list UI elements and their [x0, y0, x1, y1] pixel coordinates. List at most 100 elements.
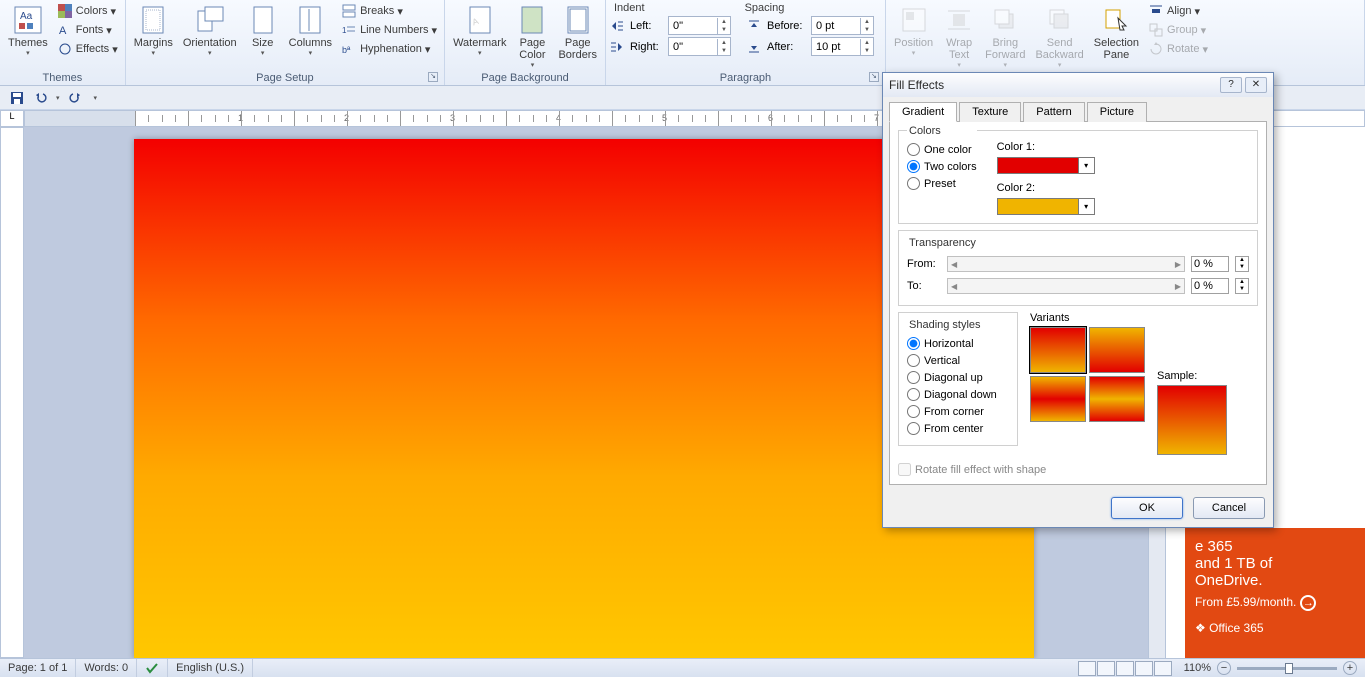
columns-icon: [294, 4, 326, 36]
variant-2[interactable]: [1089, 327, 1145, 373]
save-button[interactable]: [8, 89, 26, 107]
status-proofing[interactable]: [137, 659, 168, 677]
page-borders-icon: [562, 4, 594, 36]
cancel-button[interactable]: Cancel: [1193, 497, 1265, 519]
position-icon: [898, 4, 930, 36]
hyphenation-button[interactable]: bªHyphenation ▾: [338, 40, 440, 58]
view-outline[interactable]: [1135, 661, 1153, 676]
group-page-setup: Margins▾ Orientation▾ Size▾ Columns▾ Bre…: [126, 0, 445, 85]
orientation-icon: [194, 4, 226, 36]
radio-from-center[interactable]: From center: [907, 420, 1009, 437]
align-icon: [1148, 3, 1164, 19]
line-numbers-button[interactable]: 1Line Numbers ▾: [338, 21, 440, 39]
undo-button[interactable]: [32, 89, 50, 107]
ok-button[interactable]: OK: [1111, 497, 1183, 519]
shading-fieldset: Shading styles Horizontal Vertical Diago…: [898, 312, 1018, 446]
radio-diag-up[interactable]: Diagonal up: [907, 369, 1009, 386]
paragraph-launcher[interactable]: ↘: [869, 72, 879, 82]
zoom-in[interactable]: +: [1343, 661, 1357, 675]
radio-vertical[interactable]: Vertical: [907, 352, 1009, 369]
radio-preset[interactable]: Preset: [907, 175, 977, 192]
status-language[interactable]: English (U.S.): [168, 659, 253, 677]
breaks-button[interactable]: Breaks ▾: [338, 2, 440, 20]
tab-gradient[interactable]: Gradient: [889, 102, 957, 122]
view-web[interactable]: [1116, 661, 1134, 676]
transparency-from-slider[interactable]: ◀▶: [947, 256, 1185, 272]
orientation-button[interactable]: Orientation▾: [179, 2, 241, 59]
color2-picker[interactable]: ▾: [997, 198, 1095, 215]
selection-pane-button[interactable]: Selection Pane: [1090, 2, 1143, 63]
rotate-icon: [1148, 41, 1164, 57]
spacing-after-input[interactable]: ▲▼: [811, 37, 874, 56]
indent-right-input[interactable]: ▲▼: [668, 37, 731, 56]
transparency-to-value[interactable]: 0 %: [1191, 278, 1229, 294]
size-button[interactable]: Size▾: [243, 2, 283, 59]
view-print-layout[interactable]: [1078, 661, 1096, 676]
indent-label: Indent: [610, 2, 645, 14]
radio-horizontal[interactable]: Horizontal: [907, 335, 1009, 352]
view-fullscreen[interactable]: [1097, 661, 1115, 676]
radio-one-color[interactable]: One color: [907, 141, 977, 158]
theme-effects-button[interactable]: Effects ▾: [54, 40, 121, 58]
watermark-button[interactable]: AWatermark▾: [449, 2, 510, 59]
theme-fonts-button[interactable]: AFonts ▾: [54, 21, 121, 39]
office-promo[interactable]: e 365 and 1 TB of OneDrive. From £5.99/m…: [1185, 528, 1365, 658]
page-color-button[interactable]: Page Color▾: [512, 2, 552, 71]
zoom-slider-knob[interactable]: [1285, 663, 1293, 674]
radio-from-corner[interactable]: From corner: [907, 403, 1009, 420]
fill-effects-dialog: Fill Effects ? ✕ Gradient Texture Patter…: [882, 72, 1274, 528]
margins-button[interactable]: Margins▾: [130, 2, 177, 59]
colors-fieldset: Colors One color Two colors Preset Color…: [898, 130, 1258, 224]
transparency-from-value[interactable]: 0 %: [1191, 256, 1229, 272]
view-draft[interactable]: [1154, 661, 1172, 676]
undo-dropdown[interactable]: ▾: [56, 94, 60, 102]
theme-colors-button[interactable]: Colors ▾: [54, 2, 121, 20]
vertical-ruler[interactable]: [0, 127, 24, 658]
themes-button[interactable]: Aa Themes▾: [4, 2, 52, 59]
transparency-to-slider[interactable]: ◀▶: [947, 278, 1185, 294]
tab-picture[interactable]: Picture: [1087, 102, 1147, 122]
status-words[interactable]: Words: 0: [76, 659, 137, 677]
align-button[interactable]: Align ▾: [1145, 2, 1211, 20]
bring-forward-icon: [989, 4, 1021, 36]
status-page[interactable]: Page: 1 of 1: [0, 659, 76, 677]
variant-4[interactable]: [1089, 376, 1145, 422]
tab-pattern[interactable]: Pattern: [1023, 102, 1084, 122]
redo-button[interactable]: [66, 89, 84, 107]
dialog-help-button[interactable]: ?: [1220, 77, 1242, 93]
office-logo: ❖ Office 365: [1195, 621, 1355, 635]
send-backward-button: Send Backward▾: [1031, 2, 1087, 71]
svg-text:bª: bª: [342, 45, 351, 55]
group-themes: Aa Themes▾ Colors ▾ AFonts ▾ Effects ▾ T…: [0, 0, 126, 85]
page-setup-launcher[interactable]: ↘: [428, 72, 438, 82]
qat-customize[interactable]: ▾: [94, 94, 98, 102]
dialog-close-button[interactable]: ✕: [1245, 77, 1267, 93]
indent-left-input[interactable]: ▲▼: [668, 16, 731, 35]
zoom-out[interactable]: −: [1217, 661, 1231, 675]
selection-pane-icon: [1100, 4, 1132, 36]
group-paragraph: Indent Spacing Left: ▲▼ Before: ▲▼ Right…: [606, 0, 886, 85]
variant-3[interactable]: [1030, 376, 1086, 422]
radio-diag-down[interactable]: Diagonal down: [907, 386, 1009, 403]
dialog-titlebar[interactable]: Fill Effects ? ✕: [883, 73, 1273, 97]
color1-picker[interactable]: ▾: [997, 157, 1095, 174]
transparency-fieldset: Transparency From: ◀▶ 0 % ▲▼ To: ◀▶ 0 % …: [898, 230, 1258, 306]
zoom-level[interactable]: 110%: [1184, 662, 1211, 674]
dialog-tabs: Gradient Texture Pattern Picture: [883, 97, 1273, 121]
group-label-page-setup: Page Setup: [256, 72, 314, 84]
spacing-before-input[interactable]: ▲▼: [811, 16, 874, 35]
fonts-icon: A: [57, 22, 73, 38]
hyphenation-icon: bª: [341, 41, 357, 57]
themes-icon: Aa: [12, 4, 44, 36]
send-backward-icon: [1044, 4, 1076, 36]
page-borders-button[interactable]: Page Borders: [554, 2, 601, 63]
variant-1[interactable]: [1030, 327, 1086, 373]
svg-text:Aa: Aa: [20, 11, 33, 22]
size-icon: [247, 4, 279, 36]
zoom-slider[interactable]: [1237, 667, 1337, 670]
tab-texture[interactable]: Texture: [959, 102, 1021, 122]
radio-two-colors[interactable]: Two colors: [907, 158, 977, 175]
color2-label: Color 2:: [997, 182, 1095, 194]
tab-selector[interactable]: L: [0, 110, 24, 127]
columns-button[interactable]: Columns▾: [285, 2, 336, 59]
